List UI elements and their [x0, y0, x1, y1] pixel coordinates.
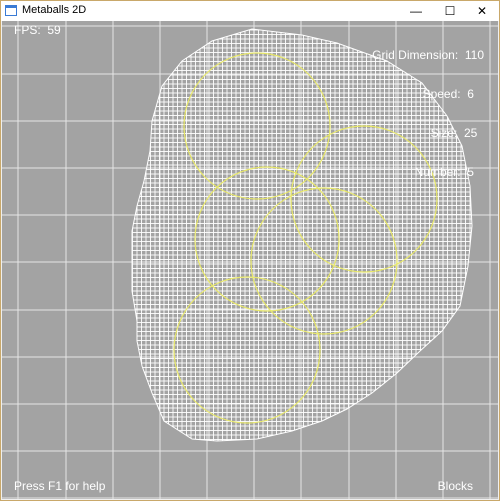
- app-window-icon: [5, 5, 17, 16]
- fps-value: 59: [47, 23, 61, 37]
- stat-size: Size: 25: [372, 127, 484, 140]
- stat-speed: Speed: 6: [372, 88, 484, 101]
- stat-label: Size:: [430, 126, 458, 140]
- stat-grid-dimension: Grid Dimension: 110: [372, 49, 484, 62]
- fps-label: FPS:: [14, 23, 41, 37]
- app-window: Metaballs 2D — ☐ ✕ FPS: 59 Grid Dimensio…: [0, 0, 500, 501]
- stat-value: 110: [464, 48, 484, 62]
- stat-number: Number: 5: [372, 166, 484, 179]
- maximize-button[interactable]: ☐: [433, 1, 467, 21]
- stat-value: 5: [467, 165, 474, 179]
- stat-label: Grid Dimension:: [372, 48, 459, 62]
- stat-value: 6: [467, 87, 474, 101]
- stat-value: 25: [463, 126, 478, 140]
- fps-counter: FPS: 59: [14, 23, 61, 37]
- render-mode-label: Blocks: [437, 479, 473, 493]
- minimize-button[interactable]: —: [399, 1, 433, 21]
- stat-label: Speed:: [422, 87, 461, 101]
- metaballs-canvas[interactable]: FPS: 59 Grid Dimension: 110 Speed: 6 Siz…: [2, 21, 498, 499]
- close-button[interactable]: ✕: [465, 1, 499, 21]
- help-hint: Press F1 for help: [14, 479, 106, 493]
- stat-label: Number:: [414, 165, 461, 179]
- window-title: Metaballs 2D: [22, 4, 87, 16]
- stats-panel: Grid Dimension: 110 Speed: 6 Size: 25 Nu…: [372, 23, 484, 205]
- title-bar[interactable]: Metaballs 2D — ☐ ✕: [1, 1, 499, 21]
